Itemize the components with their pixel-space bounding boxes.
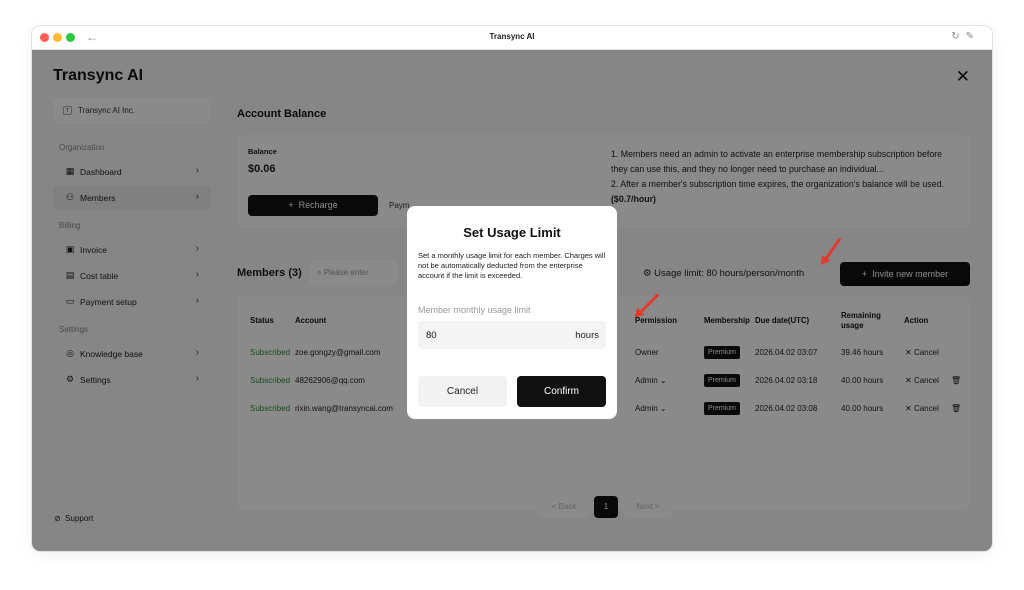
refresh-icon[interactable]: ↻ [951, 31, 965, 42]
app-content: Transync AI T Transync AI Inc. Organizati… [32, 50, 992, 551]
cancel-button[interactable]: Cancel [418, 376, 507, 407]
modal-description: Set a monthly usage limit for each membe… [418, 251, 606, 280]
usage-limit-unit: hours [575, 330, 599, 341]
app-window: ← Transync AI ↻✎ Transync AI T Transync A… [32, 26, 992, 551]
confirm-button[interactable]: Confirm [517, 376, 606, 407]
usage-limit-modal: Set Usage Limit Set a monthly usage limi… [407, 206, 617, 419]
window-title: Transync AI [489, 32, 535, 41]
title-bar: ← Transync AI ↻✎ [32, 26, 992, 50]
modal-title: Set Usage Limit [463, 225, 561, 240]
usage-limit-field-label: Member monthly usage limit [418, 305, 531, 315]
pin-icon[interactable]: ✎ [966, 31, 980, 42]
